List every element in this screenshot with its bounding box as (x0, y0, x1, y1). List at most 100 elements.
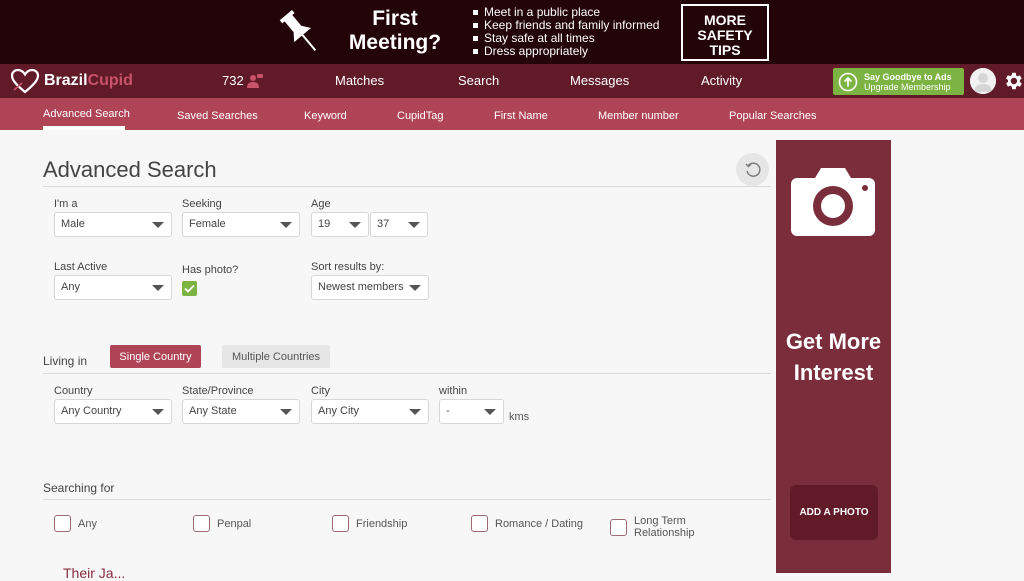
gear-icon[interactable] (1002, 70, 1024, 92)
single-country-button[interactable]: Single Country (110, 345, 201, 368)
logo[interactable]: BrazilCupid (10, 68, 133, 94)
checkbox[interactable] (54, 515, 71, 532)
logo-text-cupid: Cupid (87, 72, 133, 89)
has-photo-checkbox[interactable] (182, 281, 197, 296)
refresh-icon (745, 161, 761, 177)
searching-for-any[interactable]: Any (54, 515, 97, 532)
nav-search[interactable]: Search (458, 73, 499, 88)
divider (43, 186, 771, 187)
within-label: within (439, 385, 468, 397)
add-photo-button[interactable]: ADD A PHOTO (790, 485, 878, 540)
state-select[interactable]: Any State (182, 399, 300, 424)
last-active-select[interactable]: Any (54, 275, 172, 300)
caret-down-icon (409, 409, 421, 415)
last-active-label: Last Active (54, 261, 108, 273)
caret-down-icon (280, 222, 292, 228)
im-a-label: I'm a (54, 198, 78, 210)
ad-title: First Meeting? (348, 7, 442, 54)
checkbox-label: Any (78, 517, 97, 530)
age-max-value: 37 (377, 218, 390, 230)
caret-down-icon (152, 409, 164, 415)
ad-tip: Dress appropriately (472, 45, 659, 58)
reset-search-button[interactable] (736, 153, 769, 186)
kms-unit: kms (509, 411, 530, 423)
within-value: - (446, 405, 450, 417)
checkbox-label: Friendship (356, 517, 408, 530)
caret-down-icon (408, 222, 420, 228)
has-photo-label: Has photo? (182, 264, 239, 276)
checkmark-icon (184, 284, 195, 293)
checkbox[interactable] (471, 515, 488, 532)
upgrade-line1: Say Goodbye to Ads (864, 71, 952, 82)
last-active-value: Any (61, 281, 80, 293)
tab-popular-searches[interactable]: Popular Searches (729, 110, 816, 122)
checkbox[interactable] (610, 518, 627, 536)
caret-down-icon (349, 222, 361, 228)
page-title: Advanced Search (43, 157, 217, 182)
searching-for-title: Searching for (43, 481, 115, 495)
city-label: City (311, 385, 330, 397)
cut-off-heading: Their Ja... (63, 565, 126, 581)
searching-for-friendship[interactable]: Friendship (332, 515, 407, 532)
within-select[interactable]: - (439, 399, 504, 424)
searching-for-penpal[interactable]: Penpal (193, 515, 251, 532)
caret-down-icon (280, 409, 292, 415)
active-tab-indicator (43, 126, 125, 130)
nav-messages[interactable]: Messages (570, 73, 629, 88)
more-safety-tips-button[interactable]: MORE SAFETY TIPS (681, 4, 769, 61)
im-a-select[interactable]: Male (54, 212, 172, 237)
upgrade-membership-button[interactable]: Say Goodbye to Ads Upgrade Membership (833, 68, 964, 95)
ad-banner[interactable]: First Meeting? Meet in a public place Ke… (0, 0, 1024, 64)
searching-for-long-term[interactable]: Long Term Relationship (610, 515, 704, 539)
searching-for-romance[interactable]: Romance / Dating (471, 515, 583, 532)
user-silhouette-icon (970, 68, 996, 94)
seeking-select[interactable]: Female (182, 212, 300, 237)
sort-label: Sort results by: (311, 261, 385, 273)
camera-icon (791, 168, 875, 236)
living-in-title: Living in (43, 354, 88, 368)
checkbox[interactable] (193, 515, 210, 532)
state-value: Any State (189, 405, 237, 417)
divider (43, 373, 771, 374)
caret-down-icon (152, 222, 164, 228)
checkbox-label: Romance / Dating (495, 517, 584, 530)
upgrade-line2: Upgrade Membership (864, 81, 951, 92)
logo-text-brazil: Brazil (44, 72, 88, 89)
divider (43, 499, 771, 500)
caret-down-icon (409, 285, 421, 291)
country-select[interactable]: Any Country (54, 399, 172, 424)
age-label: Age (311, 198, 331, 210)
caret-down-icon (152, 285, 164, 291)
pushpin-icon (279, 10, 317, 52)
city-value: Any City (318, 405, 359, 417)
side-ad-panel[interactable]: Get More Interest ADD A PHOTO (776, 140, 891, 573)
multiple-countries-button[interactable]: Multiple Countries (222, 345, 330, 368)
tab-saved-searches[interactable]: Saved Searches (177, 110, 258, 122)
age-min-value: 19 (318, 218, 331, 230)
nav-activity[interactable]: Activity (701, 73, 742, 88)
city-select[interactable]: Any City (311, 399, 429, 424)
age-min-select[interactable]: 19 (311, 212, 369, 237)
tab-advanced-search[interactable]: Advanced Search (43, 108, 130, 120)
country-label: Country (54, 385, 93, 397)
avatar[interactable] (970, 68, 996, 94)
tab-first-name[interactable]: First Name (494, 110, 548, 122)
caret-down-icon (484, 409, 496, 415)
tab-member-number[interactable]: Member number (598, 110, 679, 122)
seeking-label: Seeking (182, 198, 222, 210)
sub-nav: Advanced Search Saved Searches Keyword C… (0, 98, 1024, 130)
im-a-value: Male (61, 218, 85, 230)
ad-tips-list: Meet in a public place Keep friends and … (472, 6, 659, 58)
checkbox[interactable] (332, 515, 349, 532)
state-label: State/Province (182, 385, 254, 397)
online-count-value: 732 (222, 73, 244, 88)
tab-keyword[interactable]: Keyword (304, 110, 347, 122)
online-count[interactable]: 732 (222, 73, 263, 88)
nav-matches[interactable]: Matches (335, 73, 384, 88)
age-max-select[interactable]: 37 (370, 212, 428, 237)
users-chat-icon (246, 73, 263, 88)
arrow-up-circle-icon (838, 72, 858, 91)
sort-select[interactable]: Newest members (311, 275, 429, 300)
checkbox-label: Penpal (217, 517, 252, 530)
tab-cupidtag[interactable]: CupidTag (397, 110, 443, 122)
